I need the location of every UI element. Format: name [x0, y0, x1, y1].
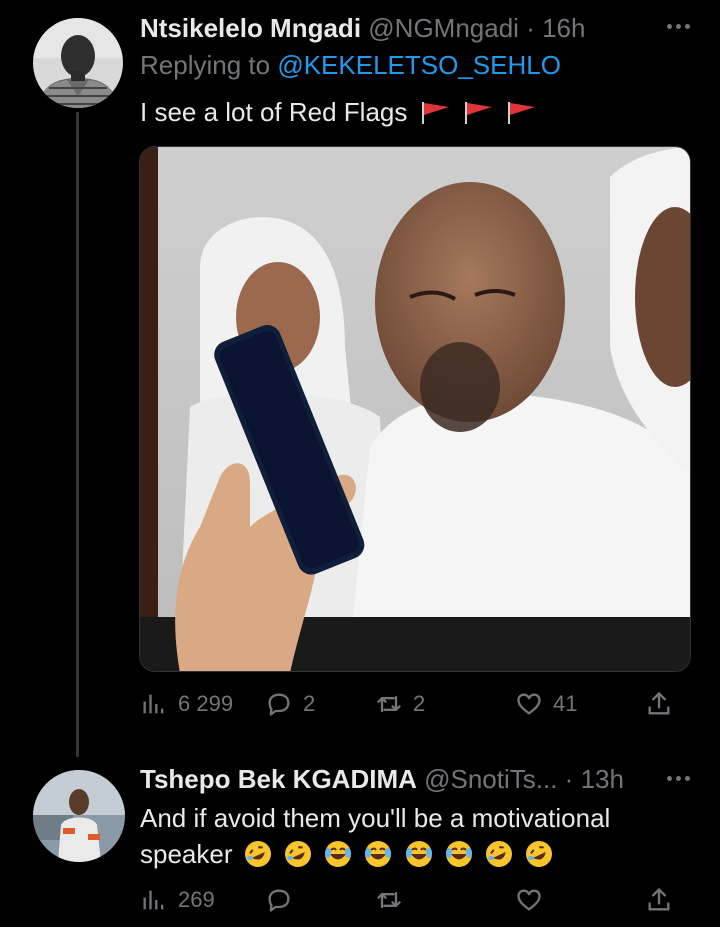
- rofl-emoji-icon: [526, 841, 553, 867]
- timestamp[interactable]: 16h: [542, 13, 585, 43]
- tweet-text: And if avoid them you'll be a motivation…: [140, 800, 700, 872]
- retweet-icon: [377, 695, 401, 713]
- joy-emoji-icon: [405, 841, 432, 867]
- tweet-header: Tshepo Bek KGADIMA @SnotiTs... · 13h: [140, 766, 624, 792]
- display-name[interactable]: Tshepo Bek KGADIMA: [140, 764, 417, 794]
- views-count: 6 299: [178, 691, 234, 716]
- views-icon: [143, 694, 164, 714]
- like-button[interactable]: 41: [515, 684, 577, 724]
- mention-link[interactable]: @KEKELETSO_SEHLO: [277, 50, 561, 80]
- views-button[interactable]: 6 299: [140, 684, 233, 724]
- replying-prefix: Replying to: [140, 50, 271, 80]
- reply-button[interactable]: [265, 880, 303, 920]
- tweet-actions: 6 299 2 2 41: [140, 684, 680, 724]
- more-icon[interactable]: [667, 24, 690, 29]
- red-flag-icon: [421, 102, 449, 124]
- retweet-count: 2: [413, 691, 426, 716]
- tweet[interactable]: Ntsikelelo Mngadi @NGMngadi · 16h Replyi…: [0, 0, 720, 760]
- replying-to: Replying to @KEKELETSO_SEHLO: [140, 52, 561, 78]
- tweet[interactable]: Tshepo Bek KGADIMA @SnotiTs... · 13h And…: [0, 760, 720, 927]
- like-count: 41: [553, 691, 578, 716]
- display-name[interactable]: Ntsikelelo Mngadi: [140, 13, 361, 43]
- reply-icon: [268, 889, 290, 912]
- tweet-actions: 269: [140, 880, 680, 920]
- joy-emoji-icon: [445, 841, 472, 867]
- avatar[interactable]: [33, 770, 125, 862]
- share-button[interactable]: [645, 684, 673, 724]
- retweet-button[interactable]: [375, 880, 413, 920]
- red-flag-icon: [464, 102, 492, 124]
- tweet-text: I see a lot of Red Flags: [140, 94, 537, 130]
- retweet-button[interactable]: 2: [375, 684, 425, 724]
- share-icon: [648, 692, 670, 715]
- tweet-text-content: I see a lot of Red Flags: [140, 97, 408, 127]
- retweet-icon: [377, 891, 401, 909]
- like-icon: [517, 693, 541, 715]
- joy-emoji-icon: [365, 841, 392, 867]
- user-handle[interactable]: @NGMngadi: [368, 13, 519, 43]
- more-icon[interactable]: [667, 776, 690, 781]
- reply-count: 2: [303, 691, 316, 716]
- views-count: 269: [178, 887, 215, 912]
- share-button[interactable]: [645, 880, 673, 920]
- like-icon: [517, 889, 541, 911]
- joy-emoji-icon: [325, 841, 352, 867]
- rofl-emoji-icon: [284, 841, 311, 867]
- like-button[interactable]: [515, 880, 553, 920]
- red-flag-icon: [508, 102, 536, 124]
- views-icon: [143, 890, 164, 910]
- reply-button[interactable]: 2: [265, 684, 315, 724]
- separator: ·: [526, 13, 535, 43]
- rofl-emoji-icon: [486, 841, 513, 867]
- tweet-photo[interactable]: [139, 146, 691, 672]
- tweet-header: Ntsikelelo Mngadi @NGMngadi · 16h: [140, 15, 585, 41]
- reply-icon: [268, 693, 290, 716]
- separator: ·: [564, 764, 574, 794]
- share-icon: [648, 888, 670, 911]
- timestamp[interactable]: 13h: [581, 764, 624, 794]
- avatar[interactable]: [33, 18, 123, 108]
- views-button[interactable]: 269: [140, 880, 215, 920]
- user-handle[interactable]: @SnotiTs...: [424, 764, 557, 794]
- rofl-emoji-icon: [244, 841, 271, 867]
